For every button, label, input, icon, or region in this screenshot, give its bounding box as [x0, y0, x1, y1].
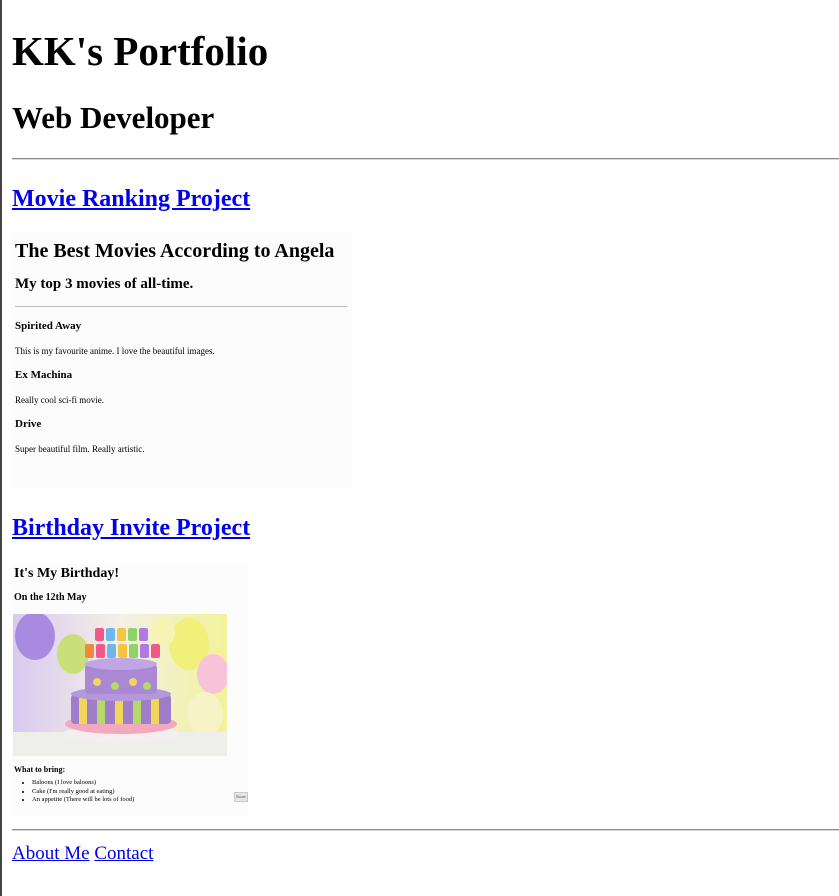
list-item: Cake (I'm really good at eating): [32, 788, 134, 797]
contact-link[interactable]: Contact: [94, 843, 153, 864]
list-item: Baloons (I love baloons): [32, 779, 134, 788]
birthday-invite-project-link[interactable]: Birthday Invite Project: [12, 514, 250, 542]
preview-what-to-bring-heading: What to bring:: [14, 765, 66, 774]
footer-nav: About Me Contact: [12, 842, 153, 866]
bottom-divider: [12, 829, 839, 831]
movie-ranking-project-link[interactable]: Movie Ranking Project: [12, 185, 250, 213]
top-divider: [12, 158, 839, 160]
birthday-cake-image: [13, 614, 227, 756]
preview-movie-subtitle: My top 3 movies of all-time.: [15, 276, 194, 292]
preview-birthday-date: On the 12th May: [14, 592, 87, 603]
movie-ranking-project-screenshot: The Best Movies According to Angela My t…: [12, 232, 352, 488]
preview-divider: [15, 306, 347, 307]
list-item: An appetite (There will be lots of food): [32, 796, 134, 805]
preview-movie-title: The Best Movies According to Angela: [15, 240, 335, 262]
preview-movie-name: Spirited Away: [15, 320, 82, 332]
birthday-invite-project-screenshot: It's My Birthday! On the 12th May What t…: [12, 564, 248, 816]
page-title: KK's Portfolio: [12, 28, 269, 74]
preview-route-button: Route: [234, 792, 248, 802]
window-left-border: [0, 0, 2, 896]
page-subtitle: Web Developer: [12, 100, 215, 135]
preview-movie-name: Drive: [15, 418, 42, 430]
preview-movie-description: This is my favourite anime. I love the b…: [15, 346, 215, 356]
preview-movie-description: Super beautiful film. Really artistic.: [15, 444, 145, 454]
preview-movie-name: Ex Machina: [15, 369, 73, 381]
preview-movie-description: Really cool sci-fi movie.: [15, 395, 104, 405]
preview-bring-list: Baloons (I love baloons) Cake (I'm reall…: [14, 779, 134, 805]
about-me-link[interactable]: About Me: [12, 843, 90, 864]
preview-birthday-title: It's My Birthday!: [14, 566, 119, 581]
